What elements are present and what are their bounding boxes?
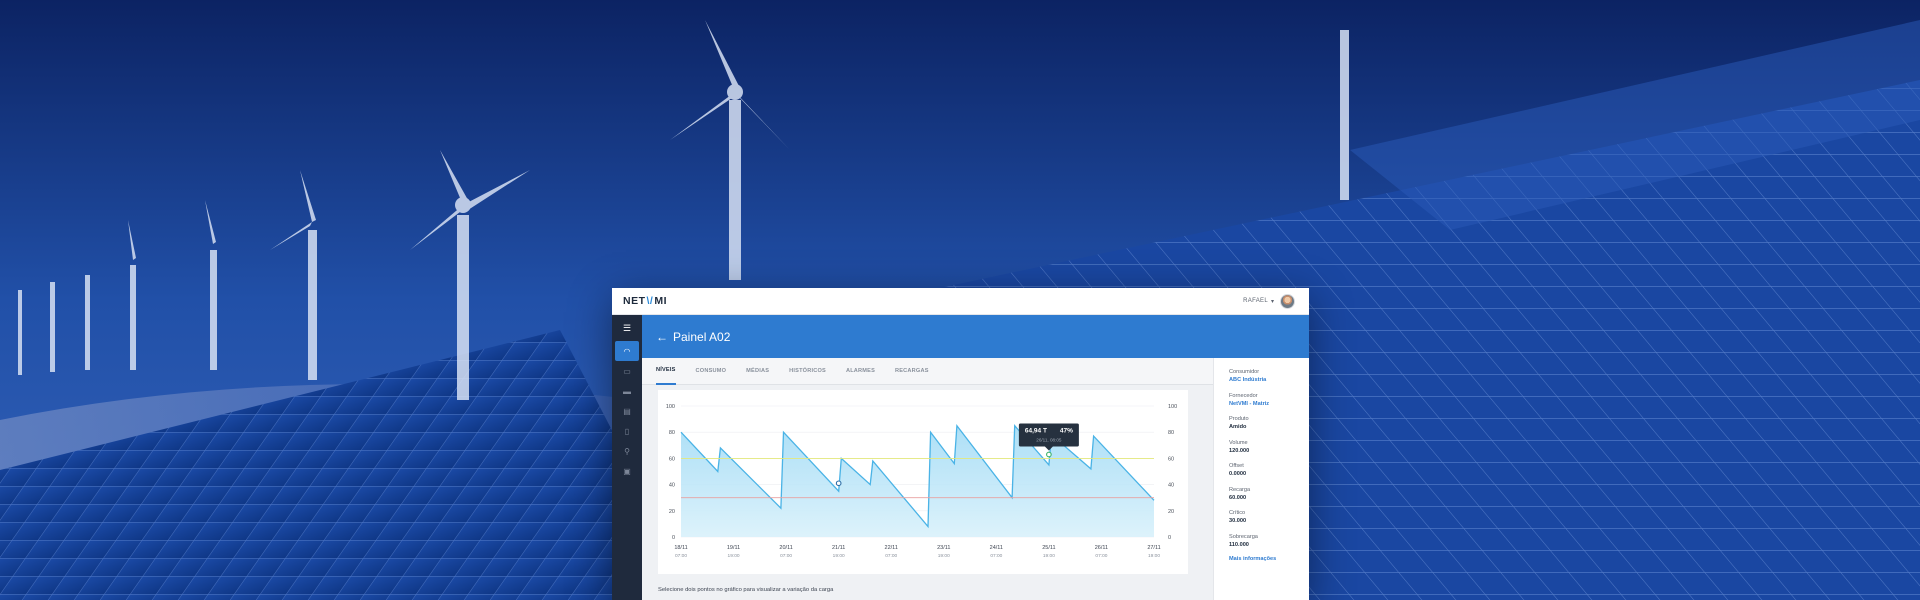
chevron-down-icon: ▾ bbox=[1270, 298, 1274, 305]
chart-hint: Selecione dois pontos no gráfico para vi… bbox=[658, 587, 834, 593]
info-panel: Consumidor ABC Indústria Fornecedor NetV… bbox=[1213, 358, 1309, 600]
battery-icon[interactable]: ▭ bbox=[612, 361, 642, 381]
user-name: RAFAEL bbox=[1243, 298, 1268, 304]
level-area bbox=[681, 425, 1154, 537]
thermometer-icon[interactable]: ▯ bbox=[612, 421, 642, 441]
y-tick-label-left: 100 bbox=[666, 404, 675, 410]
sidebar: ☰ ◠ ▭ ▬ ▤ ▯ ⚲ ▣ bbox=[612, 315, 642, 600]
selection-marker bbox=[835, 480, 842, 487]
info-volume: Volume 120.000 bbox=[1229, 439, 1309, 455]
x-tick-date: 22/11 bbox=[885, 545, 898, 551]
info-produto: Produto Amido bbox=[1229, 415, 1309, 431]
info-value: 120.000 bbox=[1229, 447, 1250, 454]
level-chart[interactable]: 0 0 20 20 40 40 60 60 80 80 100 100 18/11 07:00 19/11 1… bbox=[658, 390, 1188, 574]
info-label: Crítico bbox=[1229, 510, 1246, 516]
info-label: Offset bbox=[1229, 463, 1244, 469]
y-tick-label-right: 20 bbox=[1168, 509, 1174, 515]
tab-alarmes[interactable]: ALARMES bbox=[846, 358, 875, 385]
user-menu[interactable]: RAFAEL ▾ bbox=[1243, 293, 1295, 309]
x-tick-time: 07:00 bbox=[885, 553, 897, 559]
tab-bar: NÍVEIS CONSUMO MÉDIAS HISTÓRICOS ALARMES… bbox=[642, 358, 1213, 385]
tooltip-value: 64,94 T bbox=[1025, 427, 1047, 434]
x-tick-date: 21/11 bbox=[832, 545, 845, 551]
info-critico: Crítico 30.000 bbox=[1229, 509, 1309, 525]
tooltip-percent: 47% bbox=[1060, 427, 1073, 434]
x-tick-time: 19:00 bbox=[938, 553, 950, 559]
fornecedor-link[interactable]: NetVMI - Matriz bbox=[1229, 400, 1309, 408]
info-consumidor: Consumidor ABC Indústria bbox=[1229, 368, 1309, 384]
app-window: NET \/MI RAFAEL ▾ ☰ ◠ ▭ ▬ ▤ ▯ ⚲ ▣ ← Paine… bbox=[612, 288, 1309, 600]
tab-recargas[interactable]: RECARGAS bbox=[895, 358, 929, 385]
x-tick-time: 19:00 bbox=[833, 553, 845, 559]
info-label: Sobrecarga bbox=[1229, 533, 1258, 540]
y-tick-label-right: 60 bbox=[1168, 456, 1174, 462]
location-pin-icon[interactable]: ⚲ bbox=[612, 441, 642, 461]
info-value: 110.000 bbox=[1229, 541, 1249, 548]
x-tick-date: 25/11 bbox=[1042, 545, 1055, 551]
x-tick-time: 07:00 bbox=[1095, 553, 1107, 559]
tooltip-timestamp: 26/11, 08:05 bbox=[1036, 437, 1062, 442]
info-label: Fornecedor bbox=[1229, 392, 1258, 399]
info-fornecedor: Fornecedor NetVMI - Matriz bbox=[1229, 392, 1309, 408]
x-tick-date: 23/11 bbox=[937, 545, 950, 551]
tab-niveis[interactable]: NÍVEIS bbox=[656, 358, 676, 385]
info-value: Amido bbox=[1229, 424, 1247, 430]
truck-icon[interactable]: ▬ bbox=[612, 381, 642, 401]
hamburger-menu-icon[interactable]: ☰ bbox=[612, 315, 642, 341]
y-tick-label-left: 20 bbox=[669, 509, 675, 515]
page-title: Painel A02 bbox=[673, 329, 731, 344]
info-label: Recarga bbox=[1229, 486, 1251, 493]
tab-consumo[interactable]: CONSUMO bbox=[696, 358, 727, 385]
x-tick-date: 20/11 bbox=[779, 545, 792, 551]
x-tick-time: 07:00 bbox=[675, 553, 687, 559]
info-offset: Offset 0.0000 bbox=[1229, 462, 1309, 478]
selection-marker bbox=[1046, 451, 1052, 458]
y-tick-label-left: 60 bbox=[669, 456, 675, 462]
info-value: 60.000 bbox=[1229, 494, 1247, 501]
x-tick-time: 19:00 bbox=[1043, 553, 1055, 559]
x-tick-date: 24/11 bbox=[990, 545, 1003, 551]
top-bar: NET \/MI RAFAEL ▾ bbox=[612, 288, 1309, 315]
more-info-link[interactable]: Mais informações bbox=[1229, 556, 1309, 562]
info-label: Produto bbox=[1229, 416, 1249, 422]
tab-historicos[interactable]: HISTÓRICOS bbox=[789, 358, 826, 385]
report-icon[interactable]: ▣ bbox=[612, 461, 642, 481]
info-recarga: Recarga 60.000 bbox=[1229, 486, 1309, 502]
y-tick-label-right: 0 bbox=[1168, 535, 1171, 541]
page-header: ← Painel A02 bbox=[642, 315, 1309, 358]
x-tick-date: 19/11 bbox=[727, 545, 740, 551]
y-tick-label-left: 0 bbox=[672, 535, 675, 541]
y-tick-label-left: 80 bbox=[669, 430, 675, 436]
x-tick-time: 19:00 bbox=[1148, 553, 1160, 559]
y-tick-label-right: 80 bbox=[1168, 430, 1174, 436]
main-content: NÍVEIS CONSUMO MÉDIAS HISTÓRICOS ALARMES… bbox=[642, 358, 1213, 600]
info-label: Volume bbox=[1229, 439, 1248, 446]
x-tick-time: 07:00 bbox=[990, 553, 1002, 559]
chart-icon[interactable]: ▤ bbox=[612, 401, 642, 421]
info-value: 30.000 bbox=[1229, 518, 1247, 524]
x-tick-date: 27/11 bbox=[1147, 545, 1160, 551]
y-tick-label-right: 100 bbox=[1168, 404, 1177, 410]
x-tick-time: 19:00 bbox=[728, 553, 740, 559]
level-chart-card: 0 0 20 20 40 40 60 60 80 80 100 100 18/11 07:00 19/11 1… bbox=[658, 390, 1188, 574]
x-tick-date: 26/11 bbox=[1095, 545, 1108, 551]
gauge-icon[interactable]: ◠ bbox=[615, 341, 639, 361]
y-tick-label-right: 40 bbox=[1168, 483, 1174, 489]
avatar[interactable] bbox=[1280, 293, 1295, 309]
info-label: Consumidor bbox=[1229, 369, 1260, 375]
back-arrow-icon[interactable]: ← bbox=[656, 330, 668, 344]
x-tick-time: 07:00 bbox=[780, 553, 792, 559]
y-tick-label-left: 40 bbox=[669, 483, 675, 489]
tab-medias[interactable]: MÉDIAS bbox=[746, 358, 769, 385]
x-tick-date: 18/11 bbox=[674, 545, 687, 551]
info-sobrecarga: Sobrecarga 110.000 bbox=[1229, 533, 1309, 549]
info-value: 0.0000 bbox=[1229, 471, 1247, 477]
netvmi-logo[interactable]: NET \/MI bbox=[623, 295, 667, 307]
consumidor-link[interactable]: ABC Indústria bbox=[1229, 376, 1309, 384]
